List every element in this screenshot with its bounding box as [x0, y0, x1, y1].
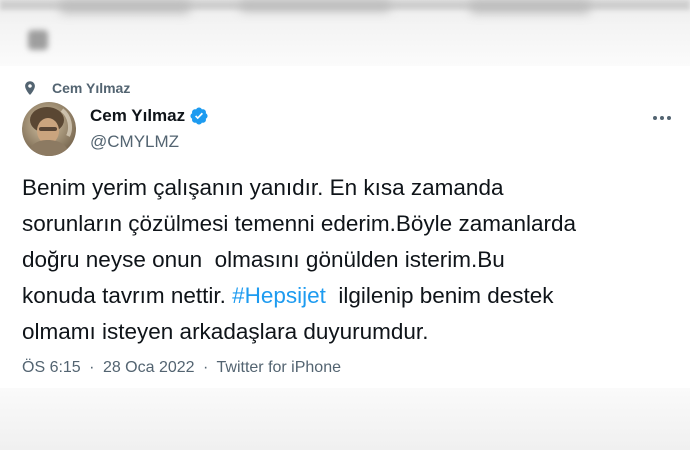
hashtag-link[interactable]: #Hepsijet: [232, 283, 326, 308]
tweet-date[interactable]: 28 Oca 2022: [103, 359, 195, 376]
author-name-row[interactable]: Cem Yılmaz: [90, 106, 209, 126]
tweet-line-text: ilgilenip benim destek: [325, 283, 554, 308]
tweet-line: sorunların çözülmesi temenni ederim.Böyl…: [22, 211, 577, 236]
author-name[interactable]: Cem Yılmaz: [90, 106, 185, 126]
verified-badge-icon: [189, 106, 209, 126]
tweet-context-header: Cem Yılmaz: [22, 78, 130, 98]
blurred-shape: [240, 0, 390, 12]
blurred-footer-area: [0, 388, 690, 450]
tweet-line: konuda tavrım nettir. #Hepsijet ilgileni…: [22, 278, 682, 314]
dot: [667, 116, 671, 120]
pin-icon: [22, 80, 38, 96]
meta-separator: ·: [89, 359, 95, 376]
tweet-source[interactable]: Twitter for iPhone: [217, 359, 342, 376]
avatar[interactable]: [22, 102, 76, 156]
meta-separator: ·: [203, 359, 209, 376]
context-label: Cem Yılmaz: [52, 80, 131, 96]
tweet-line: olmamı isteyen arkadaşlara duyurumdur.: [22, 319, 429, 344]
blurred-shape: [470, 0, 590, 14]
tweet-line: doğru neyse onun olmasını gönülden ister…: [22, 247, 505, 272]
blurred-icon: [28, 30, 48, 50]
tweet-time[interactable]: ÖS 6:15: [22, 359, 81, 376]
dot: [653, 116, 657, 120]
dot: [660, 116, 664, 120]
tweet-text: Benim yerim çalışanın yanıdır. En kısa z…: [22, 170, 682, 350]
blurred-header-area: [0, 0, 690, 66]
author-handle[interactable]: @CMYLMZ: [90, 132, 179, 152]
blurred-text: [62, 28, 67, 49]
blurred-text: [28, 406, 33, 427]
tweet-line-text: konuda tavrım nettir.: [22, 283, 233, 308]
blurred-shape: [60, 0, 190, 14]
tweet-line: Benim yerim çalışanın yanıdır. En kısa z…: [22, 175, 504, 200]
tweet-meta: ÖS 6:15 · 28 Oca 2022 · Twitter for iPho…: [22, 359, 341, 377]
more-options-icon[interactable]: [650, 108, 674, 128]
